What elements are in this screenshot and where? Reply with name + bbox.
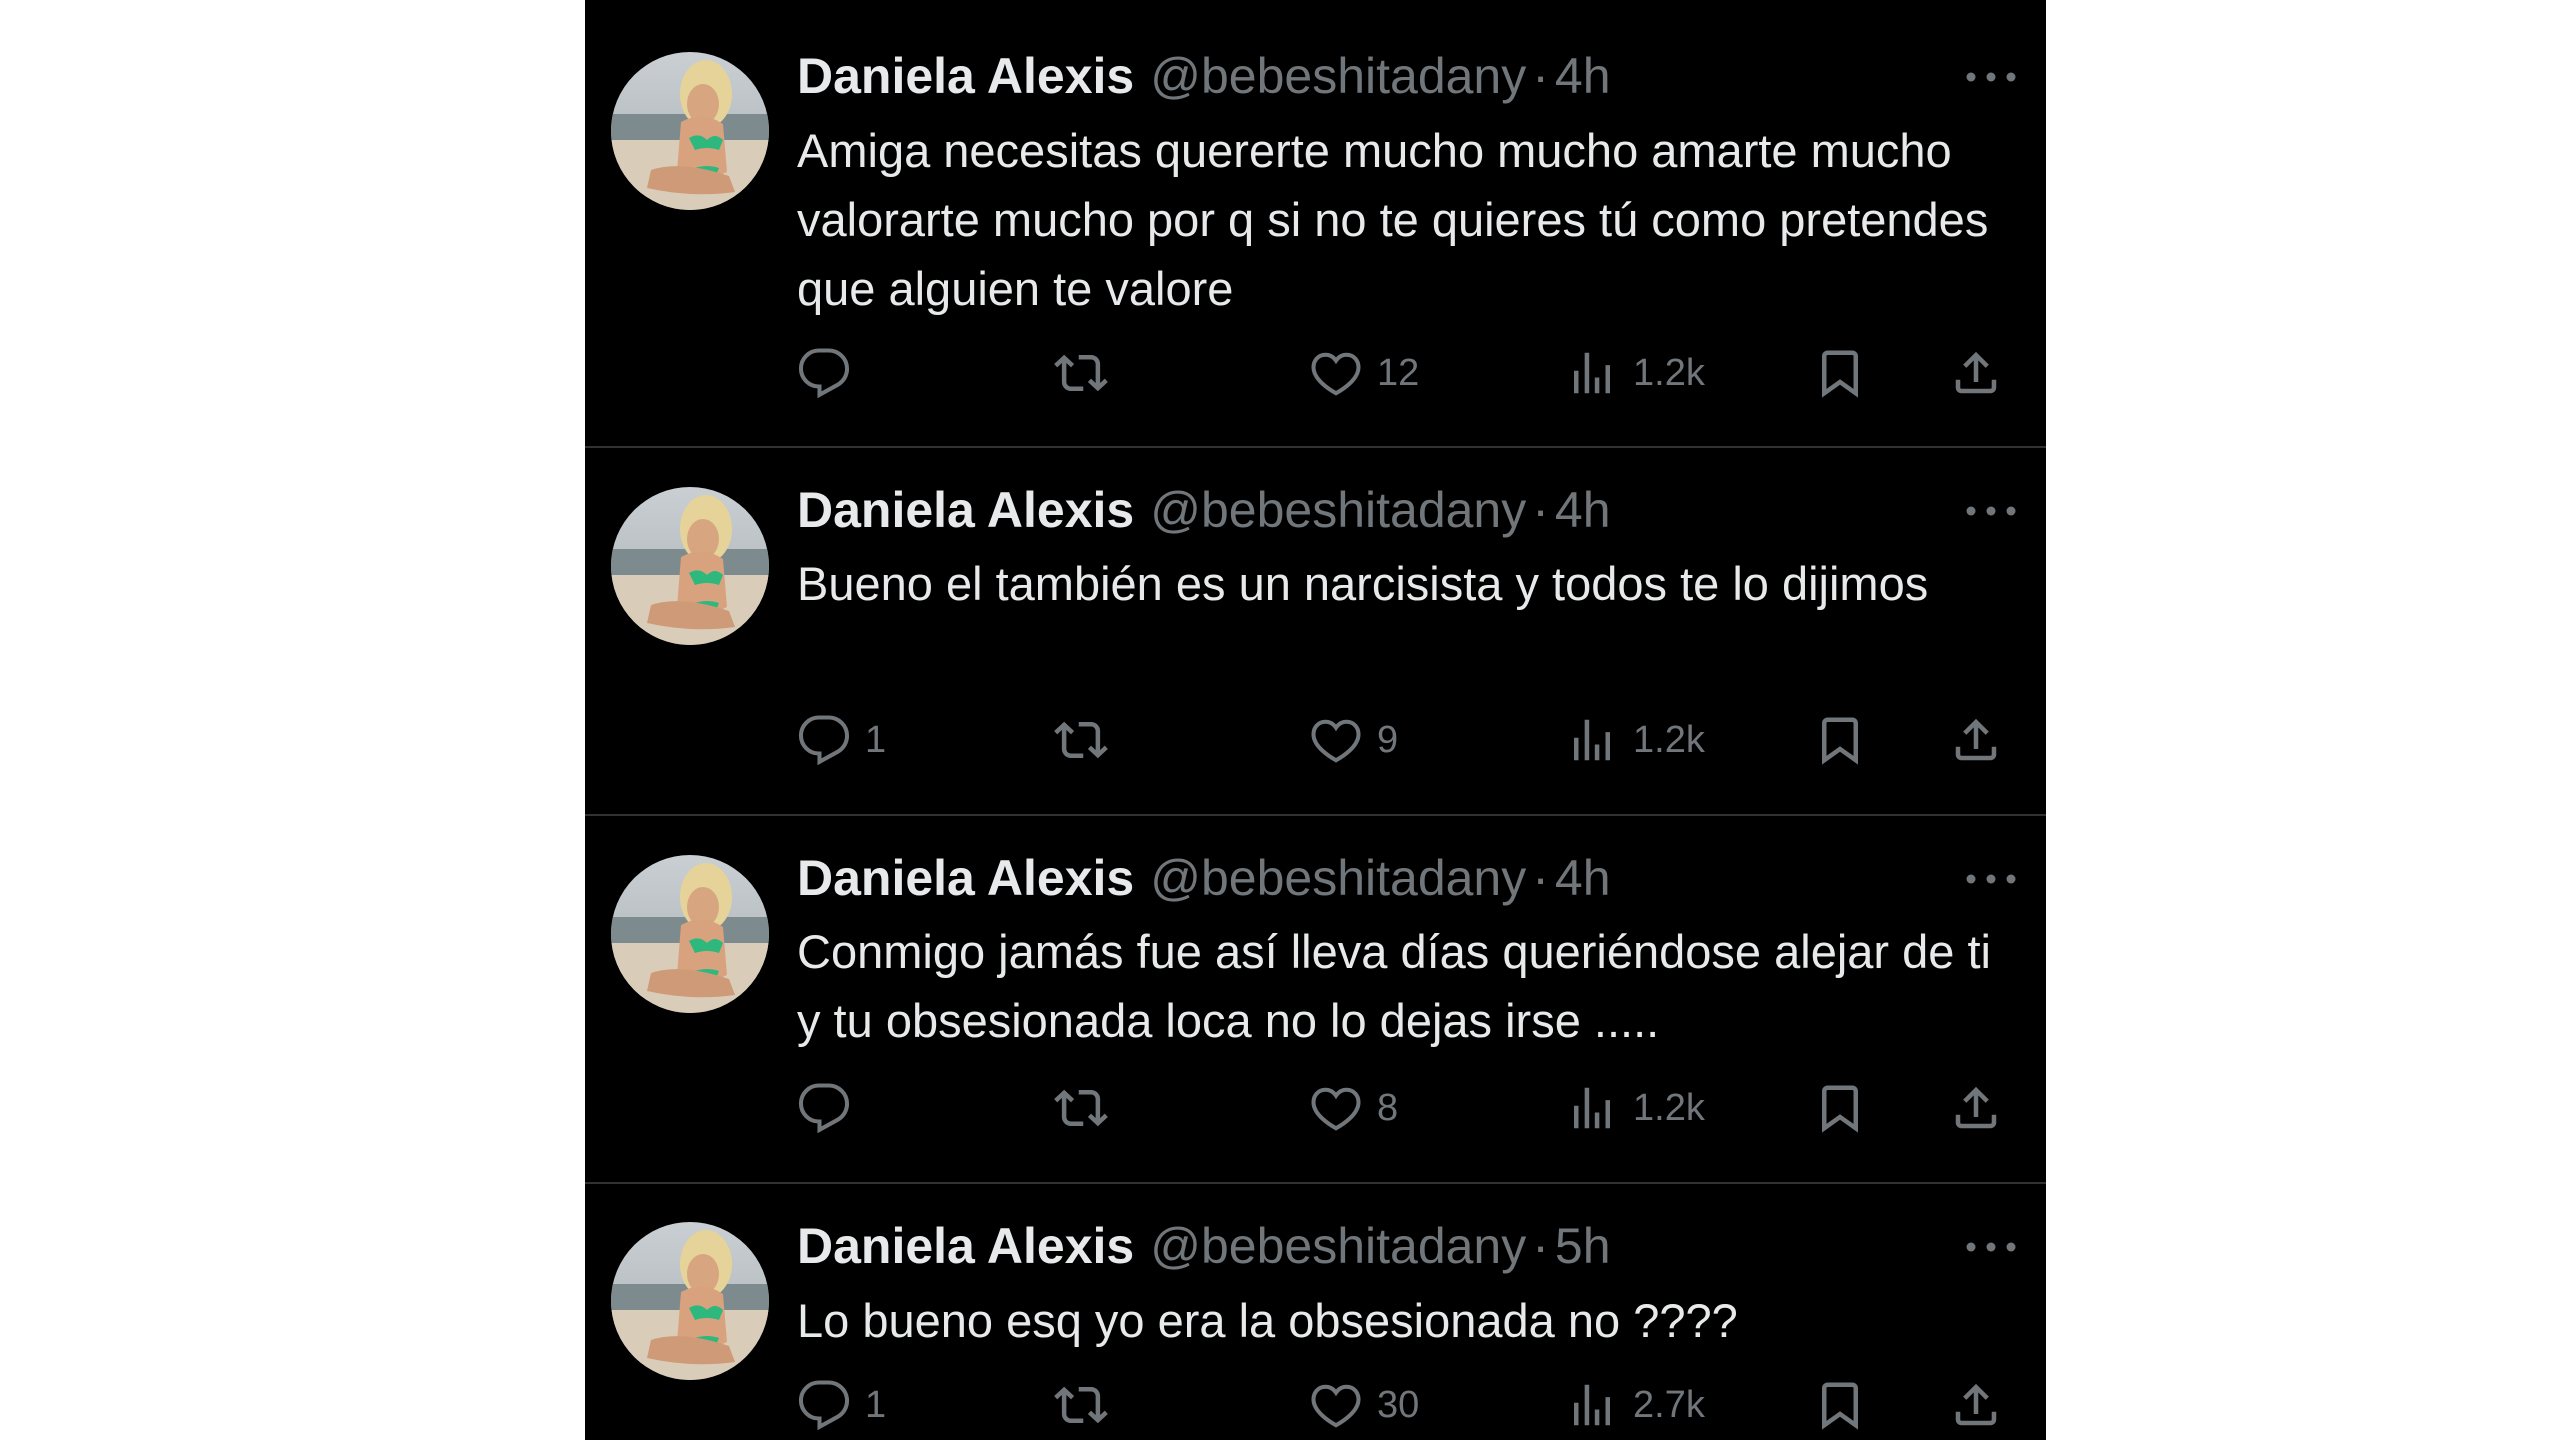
- avatar[interactable]: [611, 1222, 769, 1380]
- heart-icon: [1309, 346, 1363, 400]
- share-button[interactable]: [1949, 705, 2003, 775]
- share-icon: [1949, 1378, 2003, 1432]
- views-button[interactable]: 1.2k: [1565, 705, 1705, 775]
- tweet-actions: 1 9 1.2k: [797, 705, 2037, 775]
- like-button[interactable]: 8: [1309, 1073, 1398, 1143]
- avatar[interactable]: [611, 855, 769, 1013]
- reply-icon: [797, 1378, 851, 1432]
- author-handle[interactable]: @bebeshitadany: [1150, 1216, 1526, 1276]
- views-icon: [1565, 1378, 1619, 1432]
- tweet-text: Lo bueno esq yo era la obsesionada no ??…: [797, 1294, 1738, 1347]
- reply-icon: [797, 346, 851, 400]
- separator-dot: ·: [1532, 482, 1549, 538]
- heart-icon: [1309, 1081, 1363, 1135]
- more-icon[interactable]: [1963, 1232, 2019, 1262]
- views-count: 1.2k: [1633, 719, 1705, 761]
- share-button[interactable]: [1949, 1073, 2003, 1143]
- tweet-header: Daniela Alexis @bebeshitadany · 5h: [797, 1216, 1611, 1276]
- bookmark-icon: [1813, 346, 1867, 400]
- like-count: 9: [1377, 719, 1399, 761]
- bookmark-icon: [1813, 1378, 1867, 1432]
- bookmark-button[interactable]: [1813, 1073, 1867, 1143]
- repost-button[interactable]: [1053, 705, 1123, 775]
- bookmark-icon: [1813, 1081, 1867, 1135]
- more-icon[interactable]: [1963, 496, 2019, 526]
- divider: [585, 814, 2046, 816]
- reply-button[interactable]: 1: [797, 705, 886, 775]
- divider: [585, 446, 2046, 448]
- heart-icon: [1309, 1378, 1363, 1432]
- tweet-actions: 1 30 2.7k: [797, 1370, 2037, 1440]
- repost-icon: [1053, 1081, 1109, 1135]
- repost-button[interactable]: [1053, 338, 1123, 408]
- views-button[interactable]: 2.7k: [1565, 1370, 1705, 1440]
- repost-icon: [1053, 713, 1109, 767]
- reply-button[interactable]: [797, 338, 865, 408]
- repost-button[interactable]: [1053, 1370, 1123, 1440]
- views-count: 1.2k: [1633, 1087, 1705, 1129]
- like-count: 12: [1377, 352, 1420, 394]
- author-handle[interactable]: @bebeshitadany: [1150, 46, 1526, 106]
- tweet-header: Daniela Alexis @bebeshitadany · 4h: [797, 848, 1611, 908]
- views-count: 1.2k: [1633, 352, 1705, 394]
- bookmark-icon: [1813, 713, 1867, 767]
- reply-count: 1: [865, 719, 887, 761]
- separator-dot: ·: [1532, 48, 1549, 104]
- reply-icon: [797, 713, 851, 767]
- share-button[interactable]: [1949, 1370, 2003, 1440]
- bookmark-button[interactable]: [1813, 338, 1867, 408]
- like-button[interactable]: 9: [1309, 705, 1398, 775]
- author-name[interactable]: Daniela Alexis: [797, 46, 1134, 106]
- tweet-actions: 12 1.2k: [797, 338, 2037, 408]
- bookmark-button[interactable]: [1813, 1370, 1867, 1440]
- views-icon: [1565, 346, 1619, 400]
- timestamp[interactable]: 5h: [1555, 1216, 1611, 1276]
- divider: [585, 1182, 2046, 1184]
- views-button[interactable]: 1.2k: [1565, 338, 1705, 408]
- share-button[interactable]: [1949, 338, 2003, 408]
- timeline-feed[interactable]: Daniela Alexis @bebeshitadany · 4h Amiga nec…: [585, 0, 2046, 1440]
- reply-icon: [797, 1081, 851, 1135]
- tweet-header: Daniela Alexis @bebeshitadany · 4h: [797, 46, 1611, 106]
- views-count: 2.7k: [1633, 1384, 1705, 1426]
- author-name[interactable]: Daniela Alexis: [797, 480, 1134, 540]
- more-icon[interactable]: [1963, 864, 2019, 894]
- author-handle[interactable]: @bebeshitadany: [1150, 848, 1526, 908]
- tweet-header: Daniela Alexis @bebeshitadany · 4h: [797, 480, 1611, 540]
- more-icon[interactable]: [1963, 62, 2019, 92]
- share-icon: [1949, 713, 2003, 767]
- tweet-text: Conmigo jamás fue así lleva días querién…: [797, 925, 1991, 1047]
- repost-button[interactable]: [1053, 1073, 1123, 1143]
- timestamp[interactable]: 4h: [1555, 480, 1611, 540]
- tweet-text: Amiga necesitas quererte mucho mucho ama…: [797, 124, 1989, 315]
- tweet-actions: 8 1.2k: [797, 1073, 2037, 1143]
- timestamp[interactable]: 4h: [1555, 848, 1611, 908]
- author-name[interactable]: Daniela Alexis: [797, 1216, 1134, 1276]
- share-icon: [1949, 346, 2003, 400]
- reply-button[interactable]: [797, 1073, 865, 1143]
- repost-icon: [1053, 1378, 1109, 1432]
- share-icon: [1949, 1081, 2003, 1135]
- separator-dot: ·: [1532, 1218, 1549, 1274]
- tweet-text: Bueno el también es un narcisista y todo…: [797, 557, 1929, 610]
- author-handle[interactable]: @bebeshitadany: [1150, 480, 1526, 540]
- avatar[interactable]: [611, 487, 769, 645]
- like-button[interactable]: 30: [1309, 1370, 1419, 1440]
- views-icon: [1565, 713, 1619, 767]
- reply-button[interactable]: 1: [797, 1370, 886, 1440]
- separator-dot: ·: [1532, 850, 1549, 906]
- avatar[interactable]: [611, 52, 769, 210]
- author-name[interactable]: Daniela Alexis: [797, 848, 1134, 908]
- like-count: 30: [1377, 1384, 1420, 1426]
- timestamp[interactable]: 4h: [1555, 46, 1611, 106]
- like-count: 8: [1377, 1087, 1399, 1129]
- repost-icon: [1053, 346, 1109, 400]
- views-button[interactable]: 1.2k: [1565, 1073, 1705, 1143]
- reply-count: 1: [865, 1384, 887, 1426]
- heart-icon: [1309, 713, 1363, 767]
- views-icon: [1565, 1081, 1619, 1135]
- like-button[interactable]: 12: [1309, 338, 1419, 408]
- bookmark-button[interactable]: [1813, 705, 1867, 775]
